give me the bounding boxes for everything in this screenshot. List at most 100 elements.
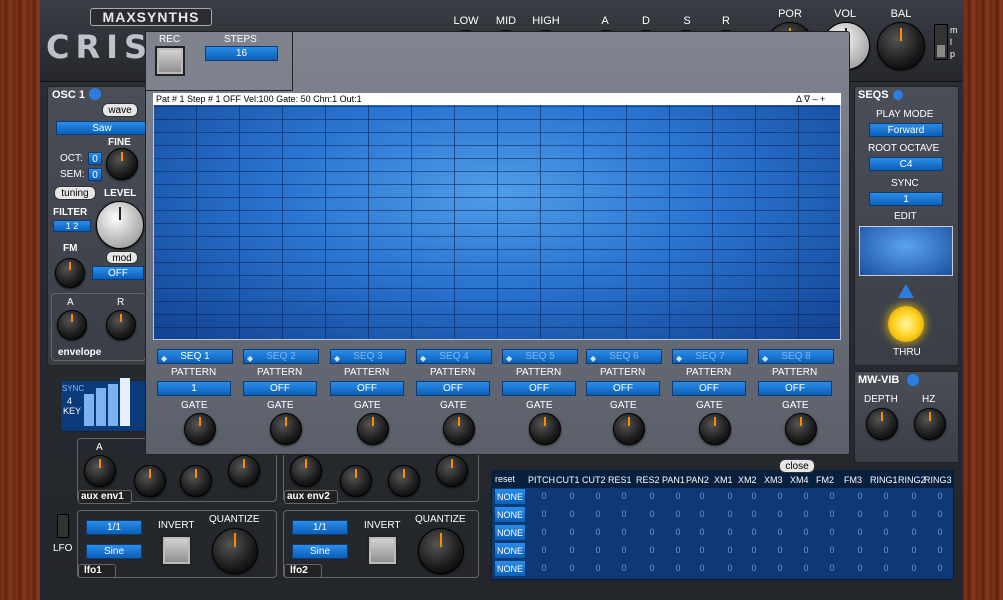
mod-cell[interactable]: 0 [822, 527, 842, 537]
mod-cell[interactable]: 0 [850, 491, 870, 501]
aux-env2-r-knob[interactable] [436, 455, 468, 487]
mod-cell[interactable]: 0 [692, 527, 712, 537]
mod-cell[interactable]: 0 [692, 509, 712, 519]
mod-cell[interactable]: 0 [876, 563, 896, 573]
mod-cell[interactable]: 0 [744, 545, 764, 555]
mod-cell[interactable]: 0 [588, 563, 608, 573]
seq-4-gate-knob[interactable] [443, 413, 475, 445]
steps-value[interactable]: 16 [205, 46, 278, 61]
aux-env2-s-knob[interactable] [388, 465, 420, 497]
mod-cell[interactable]: 0 [668, 563, 688, 573]
sem-value[interactable]: 0 [88, 168, 102, 181]
mod-cell[interactable]: 0 [850, 545, 870, 555]
mod-cell[interactable]: 0 [562, 509, 582, 519]
mode-switch[interactable] [934, 24, 948, 60]
wave-value[interactable]: Saw [56, 121, 148, 135]
tuning-button[interactable]: tuning [54, 186, 96, 200]
mod-cell[interactable]: 0 [614, 509, 634, 519]
seq-1-gate-knob[interactable] [184, 413, 216, 445]
lfo1-rate[interactable]: 1/1 [86, 520, 142, 535]
seq-2-gate-knob[interactable] [270, 413, 302, 445]
mod-cell[interactable]: 0 [534, 509, 554, 519]
oct-value[interactable]: 0 [88, 152, 102, 165]
seq-4-button[interactable]: ◆ SEQ 4 [416, 349, 492, 364]
mod-cell[interactable]: 0 [822, 509, 842, 519]
seq-8-pattern[interactable]: OFF [758, 381, 832, 396]
balance-knob[interactable] [877, 22, 925, 70]
aux-env1-s-knob[interactable] [180, 465, 212, 497]
lfo-switch[interactable] [57, 514, 69, 538]
mod-cell[interactable]: 0 [904, 527, 924, 537]
mod-cell[interactable]: 0 [850, 563, 870, 573]
mod-cell[interactable]: 0 [720, 509, 740, 519]
mod-cell[interactable]: 0 [822, 563, 842, 573]
mod-cell[interactable]: 0 [588, 545, 608, 555]
mod-cell[interactable]: 0 [534, 545, 554, 555]
wave-button[interactable]: wave [102, 103, 138, 117]
mod-cell[interactable]: 0 [692, 563, 712, 573]
seq-5-gate-knob[interactable] [529, 413, 561, 445]
mod-cell[interactable]: 0 [614, 491, 634, 501]
mod-cell[interactable]: 0 [770, 491, 790, 501]
mwvib-select-icon[interactable] [907, 374, 919, 386]
mod-cell[interactable]: 0 [876, 491, 896, 501]
osc-release-knob[interactable] [106, 310, 136, 340]
mod-cell[interactable]: 0 [930, 563, 950, 573]
mod-cell[interactable]: 0 [562, 491, 582, 501]
mod-cell[interactable]: 0 [796, 563, 816, 573]
mod-cell[interactable]: 0 [692, 491, 712, 501]
mod-cell[interactable]: 0 [904, 563, 924, 573]
seq-2-button[interactable]: ◆ SEQ 2 [243, 349, 319, 364]
mod-cell[interactable]: 0 [744, 491, 764, 501]
mod-cell[interactable]: 0 [562, 527, 582, 537]
seq-8-button[interactable]: ◆ SEQ 8 [758, 349, 834, 364]
lfo2-rate[interactable]: 1/1 [292, 520, 348, 535]
seq-7-pattern[interactable]: OFF [672, 381, 746, 396]
osc-select-icon[interactable] [89, 88, 101, 100]
mod-cell[interactable]: 0 [534, 527, 554, 537]
mod-cell[interactable]: 0 [588, 527, 608, 537]
lfo2-shape[interactable]: Sine [292, 544, 348, 559]
seq-3-gate-knob[interactable] [357, 413, 389, 445]
mod-cell[interactable]: 0 [876, 545, 896, 555]
step-grid[interactable] [153, 93, 841, 340]
seq-3-button[interactable]: ◆ SEQ 3 [330, 349, 406, 364]
seq-3-pattern[interactable]: OFF [330, 381, 404, 396]
mod-cell[interactable]: 0 [850, 509, 870, 519]
mod-cell[interactable]: 0 [904, 509, 924, 519]
mod-cell[interactable]: 0 [796, 527, 816, 537]
mod-cell[interactable]: 0 [744, 527, 764, 537]
mod-cell[interactable]: 0 [642, 491, 662, 501]
mod-cell[interactable]: 0 [822, 545, 842, 555]
mod-cell[interactable]: 0 [588, 509, 608, 519]
mwvib-hz-knob[interactable] [914, 408, 946, 440]
aux-env2-a-knob[interactable] [290, 455, 322, 487]
lfo1-shape[interactable]: Sine [86, 544, 142, 559]
mod-cell[interactable]: 0 [668, 545, 688, 555]
lfo1-invert-button[interactable] [161, 535, 192, 566]
mod-cell[interactable]: 0 [642, 509, 662, 519]
mod-cell[interactable]: 0 [850, 527, 870, 537]
mod-cell[interactable]: 0 [796, 491, 816, 501]
level-knob[interactable] [96, 201, 144, 249]
mod-cell[interactable]: 0 [668, 509, 688, 519]
mod-cell[interactable]: 0 [770, 527, 790, 537]
mod-cell[interactable]: 0 [668, 491, 688, 501]
mod-cell[interactable]: 0 [588, 491, 608, 501]
mod-cell[interactable]: 0 [642, 527, 662, 537]
seq-8-gate-knob[interactable] [785, 413, 817, 445]
mod-cell[interactable]: 0 [876, 527, 896, 537]
mod-cell[interactable]: 0 [534, 491, 554, 501]
mod-source-select[interactable]: NONE [494, 542, 526, 559]
mod-cell[interactable]: 0 [720, 491, 740, 501]
mod-cell[interactable]: 0 [692, 545, 712, 555]
mod-cell[interactable]: 0 [720, 545, 740, 555]
mod-source-select[interactable]: NONE [494, 560, 526, 577]
play-mode-value[interactable]: Forward [869, 123, 943, 137]
mod-cell[interactable]: 0 [720, 527, 740, 537]
osc-attack-knob[interactable] [57, 310, 87, 340]
mod-cell[interactable]: 0 [770, 509, 790, 519]
seq-5-pattern[interactable]: OFF [502, 381, 576, 396]
mod-cell[interactable]: 0 [796, 509, 816, 519]
mod-source-select[interactable]: NONE [494, 506, 526, 523]
